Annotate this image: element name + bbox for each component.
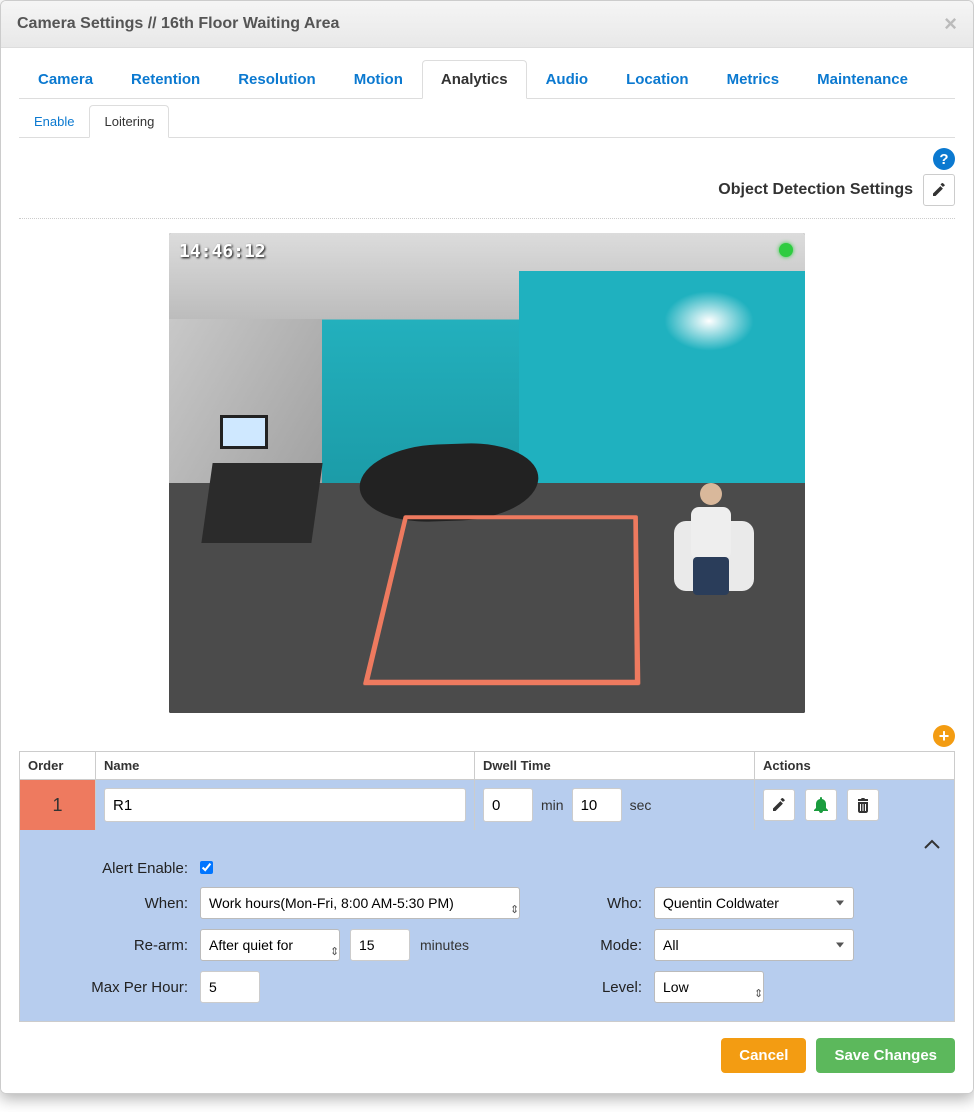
preview-timestamp: 14:46:12 [179,241,266,262]
rearm-minutes-input[interactable] [350,929,410,961]
col-actions: Actions [755,752,955,780]
preview-container: 14:46:12 [19,233,955,721]
col-name: Name [96,752,475,780]
when-select[interactable]: Work hours(Mon-Fri, 8:00 AM-5:30 PM) [200,887,520,919]
tabs-sub: Enable Loitering [19,105,955,138]
pencil-icon [931,182,947,198]
modal-header: Camera Settings // 16th Floor Waiting Ar… [1,1,973,48]
add-region-button[interactable]: + [933,725,955,747]
tab-analytics[interactable]: Analytics [422,60,527,99]
mode-label: Mode: [532,937,642,954]
modal-body: Camera Retention Resolution Motion Analy… [1,48,973,1022]
live-indicator-icon [779,243,793,257]
delete-region-button[interactable] [847,789,879,821]
tab-metrics[interactable]: Metrics [708,60,799,99]
dwell-sec-input[interactable] [572,788,622,822]
when-label: When: [38,895,188,912]
tab-motion[interactable]: Motion [335,60,422,99]
rearm-unit: minutes [420,937,469,953]
pencil-icon [771,797,787,813]
tab-camera[interactable]: Camera [19,60,112,99]
tabs-main: Camera Retention Resolution Motion Analy… [19,60,955,99]
table-row: 1 min sec [20,780,955,831]
dwell-sec-unit: sec [630,797,652,813]
close-icon[interactable]: × [944,11,957,37]
tab-resolution[interactable]: Resolution [219,60,335,99]
region-name-input[interactable] [104,788,466,822]
loitering-region-overlay[interactable] [363,515,641,685]
help-row: ? [19,138,955,174]
help-icon[interactable]: ? [933,148,955,170]
bell-icon [813,797,829,813]
alert-region-button[interactable] [805,789,837,821]
region-order: 1 [20,780,96,831]
max-per-hour-label: Max Per Hour: [38,979,188,996]
modal-title: Camera Settings // 16th Floor Waiting Ar… [17,15,339,33]
mode-select[interactable]: All [654,929,854,961]
camera-preview[interactable]: 14:46:12 [169,233,805,713]
dwell-min-unit: min [541,797,564,813]
preview-desk [202,463,323,543]
preview-person [681,483,741,593]
who-select[interactable]: Quentin Coldwater [654,887,854,919]
modal-footer: Cancel Save Changes [1,1022,973,1093]
chevron-up-icon [924,839,940,849]
col-dwell: Dwell Time [475,752,755,780]
col-order: Order [20,752,96,780]
object-detection-label: Object Detection Settings [718,181,913,199]
object-detection-row: Object Detection Settings [19,174,955,219]
camera-settings-modal: Camera Settings // 16th Floor Waiting Ar… [0,0,974,1094]
who-label: Who: [532,895,642,912]
level-label: Level: [532,979,642,996]
collapse-toggle[interactable] [20,830,954,854]
add-region-row: + [19,721,955,751]
tab-location[interactable]: Location [607,60,708,99]
subtab-enable[interactable]: Enable [19,105,89,138]
tab-audio[interactable]: Audio [527,60,608,99]
plus-icon: + [939,727,950,745]
max-per-hour-input[interactable] [200,971,260,1003]
rearm-label: Re-arm: [38,937,188,954]
subtab-loitering[interactable]: Loitering [89,105,169,138]
preview-light [664,291,754,351]
alert-form: Alert Enable: When: Work hours(Mon-Fri, … [20,854,954,1021]
regions-table: Order Name Dwell Time Actions 1 min [19,751,955,1022]
edit-region-button[interactable] [763,789,795,821]
alert-enable-label: Alert Enable: [38,860,188,877]
edit-object-detection-button[interactable] [923,174,955,206]
dwell-min-input[interactable] [483,788,533,822]
level-select[interactable]: Low [654,971,764,1003]
save-changes-button[interactable]: Save Changes [816,1038,955,1073]
tab-retention[interactable]: Retention [112,60,219,99]
alert-enable-checkbox[interactable] [200,861,213,874]
dwell-time-group: min sec [483,788,746,822]
tab-maintenance[interactable]: Maintenance [798,60,927,99]
trash-icon [855,797,871,813]
preview-wall-right [519,271,805,511]
region-detail-row: Alert Enable: When: Work hours(Mon-Fri, … [20,830,955,1022]
cancel-button[interactable]: Cancel [721,1038,806,1073]
rearm-mode-select[interactable]: After quiet for [200,929,340,961]
row-actions [763,789,946,821]
preview-monitor [220,415,268,449]
